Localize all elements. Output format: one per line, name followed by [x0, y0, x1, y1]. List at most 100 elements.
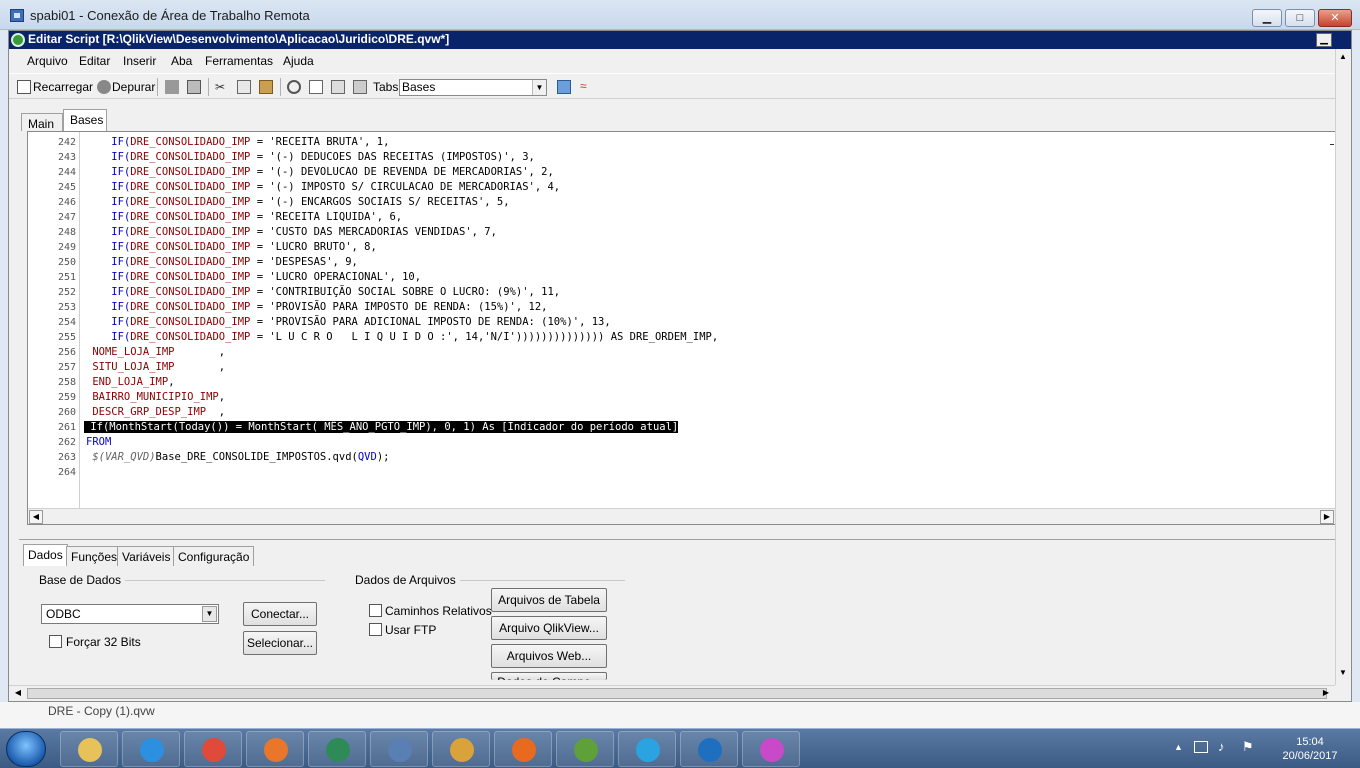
reload-button[interactable]: Recarregar: [33, 78, 93, 96]
search-icon[interactable]: [287, 80, 301, 94]
code-line[interactable]: IF(DRE_CONSOLIDADO_IMP = '(-) ENCARGOS S…: [86, 196, 509, 208]
code-line[interactable]: If(MonthStart(Today()) = MonthStart( MÊS…: [84, 421, 679, 433]
table-viewer-icon[interactable]: [557, 80, 571, 94]
code-line[interactable]: IF(DRE_CONSOLIDADO_IMP = '(-) DEVOLUCAO …: [86, 166, 554, 178]
taskbar-button[interactable]: [742, 731, 800, 767]
save-icon[interactable]: [165, 80, 179, 94]
code-line[interactable]: IF(DRE_CONSOLIDADO_IMP = 'PROVISÃO PARA …: [86, 301, 547, 313]
tab-bases[interactable]: Bases: [63, 109, 107, 131]
taskbar-button[interactable]: [308, 731, 366, 767]
taskbar-button[interactable]: [370, 731, 428, 767]
scroll-up-arrow-icon[interactable]: ▲: [1336, 51, 1350, 65]
taskbar-button[interactable]: [432, 731, 490, 767]
menu-ferramentas[interactable]: Ferramentas: [205, 54, 273, 68]
code-token: DRE_CONSOLIDADO_IMP: [130, 211, 251, 223]
internet-explorer-icon: [140, 738, 164, 762]
code-line[interactable]: FROM: [86, 436, 111, 448]
debug-button[interactable]: Depurar: [112, 78, 155, 96]
relative-paths-checkbox[interactable]: [369, 604, 382, 617]
scroll-right-arrow-icon[interactable]: ▶: [1320, 510, 1334, 524]
code-line[interactable]: IF(DRE_CONSOLIDADO_IMP = 'LUCRO OPERACIO…: [86, 271, 421, 283]
code-line[interactable]: IF(DRE_CONSOLIDADO_IMP = '(-) DEDUCOES D…: [86, 151, 535, 163]
code-line[interactable]: BAIRRO_MUNICIPIO_IMP,: [86, 391, 225, 403]
tab-funcoes[interactable]: Funções: [66, 546, 123, 566]
code-line[interactable]: END_LOJA_IMP,: [86, 376, 174, 388]
code-line[interactable]: IF(DRE_CONSOLIDADO_IMP = 'RECEITA BRUTA'…: [86, 136, 389, 148]
code-token: IF(: [111, 196, 131, 208]
code-line[interactable]: IF(DRE_CONSOLIDADO_IMP = '(-) IMPOSTO S/…: [86, 181, 560, 193]
volume-icon[interactable]: ♪: [1218, 739, 1225, 754]
minimize-button[interactable]: ▁: [1252, 9, 1282, 27]
code-line[interactable]: IF(DRE_CONSOLIDADO_IMP = 'RECEITA LIQUID…: [86, 211, 402, 223]
code-line[interactable]: IF(DRE_CONSOLIDADO_IMP = 'DESPESAS', 9,: [86, 256, 358, 268]
new-tab-icon[interactable]: [309, 80, 323, 94]
taskbar-button[interactable]: [556, 731, 614, 767]
firefox-icon: [512, 738, 536, 762]
code-line[interactable]: IF(DRE_CONSOLIDADO_IMP = 'LUCRO BRUTO', …: [86, 241, 377, 253]
menu-aba[interactable]: Aba: [171, 54, 192, 68]
taskbar-button[interactable]: [122, 731, 180, 767]
maximize-button[interactable]: □: [1285, 9, 1315, 27]
taskbar-button[interactable]: [494, 731, 552, 767]
scroll-right-arrow-icon[interactable]: ▶: [1319, 687, 1333, 701]
script-editor[interactable]: 242 243 244 245 246 247 248 249 250 251 252 253 254 2…: [27, 131, 1337, 525]
menu-arquivo[interactable]: Arquivo: [27, 54, 68, 68]
menu-inserir[interactable]: Inserir: [123, 54, 156, 68]
promote-tab-icon[interactable]: [331, 80, 345, 94]
menu-editar[interactable]: Editar: [79, 54, 110, 68]
tabs-dropdown[interactable]: Bases ▼: [399, 79, 547, 96]
network-icon[interactable]: [1194, 741, 1208, 753]
connect-button[interactable]: Conectar...: [243, 602, 317, 626]
field-data-button[interactable]: Dados do Campo...: [491, 672, 607, 680]
window-vertical-scrollbar[interactable]: ▲ ▼: [1335, 49, 1351, 685]
code-line[interactable]: NOME_LOJA_IMP ,: [86, 346, 225, 358]
scrollbar-thumb[interactable]: [27, 688, 1327, 699]
taskbar-button[interactable]: [246, 731, 304, 767]
code-line[interactable]: $(VAR_QVD)Base_DRE_CONSOLIDE_IMPOSTOS.qv…: [86, 451, 389, 463]
code-line[interactable]: IF(DRE_CONSOLIDADO_IMP = 'CONTRIBUIÇÃO S…: [86, 286, 560, 298]
scroll-left-arrow-icon[interactable]: ◀: [29, 510, 43, 524]
action-center-flag-icon[interactable]: ⚑: [1242, 739, 1254, 755]
force32-checkbox[interactable]: [49, 635, 62, 648]
code-token: = 'CUSTO DAS MERCADORIAS VENDIDAS', 7,: [250, 226, 497, 238]
code-line[interactable]: IF(DRE_CONSOLIDADO_IMP = 'PROVISÃO PARA …: [86, 316, 610, 328]
print-icon[interactable]: [187, 80, 201, 94]
chevron-down-icon[interactable]: ▼: [202, 606, 217, 622]
syntax-check-icon[interactable]: ≈: [580, 80, 594, 94]
chevron-down-icon[interactable]: ▼: [532, 80, 546, 95]
copy-icon[interactable]: [237, 80, 251, 94]
code-line[interactable]: SITU_LOJA_IMP ,: [86, 361, 225, 373]
tab-main[interactable]: Main: [21, 113, 63, 131]
taskbar-button[interactable]: [60, 731, 118, 767]
web-files-button[interactable]: Arquivos Web...: [491, 644, 607, 668]
table-files-button[interactable]: Arquivos de Tabela ...: [491, 588, 607, 629]
scroll-down-arrow-icon[interactable]: ▼: [1336, 667, 1350, 681]
cut-icon[interactable]: ✂: [215, 80, 229, 94]
clock[interactable]: 15:04 20/06/2017: [1272, 735, 1348, 763]
menu-ajuda[interactable]: Ajuda: [283, 54, 314, 68]
qlikview-file-button[interactable]: Arquivo QlikView...: [491, 616, 607, 640]
code-token: = '(-) IMPOSTO S/ CIRCULACAO DE MERCADOR…: [250, 181, 561, 193]
tab-dados[interactable]: Dados: [23, 544, 68, 566]
paste-icon[interactable]: [259, 80, 273, 94]
use-ftp-checkbox[interactable]: [369, 623, 382, 636]
window-horizontal-scrollbar[interactable]: ◀ ▶: [9, 685, 1335, 701]
code-line[interactable]: IF(DRE_CONSOLIDADO_IMP = 'L U C R O L I …: [86, 331, 718, 343]
taskbar-button[interactable]: [680, 731, 738, 767]
code-line[interactable]: DESCR_GRP_DESP_IMP ,: [86, 406, 225, 418]
tab-configuracao[interactable]: Configuração: [173, 546, 255, 566]
code-line[interactable]: IF(DRE_CONSOLIDADO_IMP = 'CUSTO DAS MERC…: [86, 226, 497, 238]
start-button[interactable]: [6, 731, 46, 767]
reload-icon: [17, 80, 31, 94]
show-hidden-icons-icon[interactable]: ▲: [1174, 742, 1183, 752]
taskbar-button[interactable]: [184, 731, 242, 767]
scroll-left-arrow-icon[interactable]: ◀: [11, 687, 25, 701]
database-dropdown[interactable]: ODBC ▼: [41, 604, 219, 624]
tab-variaveis[interactable]: Variáveis: [117, 546, 176, 566]
taskbar-button[interactable]: [618, 731, 676, 767]
select-button[interactable]: Selecionar...: [243, 631, 317, 655]
edit-script-minimize-button[interactable]: ▁: [1316, 33, 1332, 47]
editor-horizontal-scrollbar[interactable]: ◀ ▶: [28, 508, 1336, 524]
close-button[interactable]: ✕: [1318, 9, 1352, 27]
demote-tab-icon[interactable]: [353, 80, 367, 94]
